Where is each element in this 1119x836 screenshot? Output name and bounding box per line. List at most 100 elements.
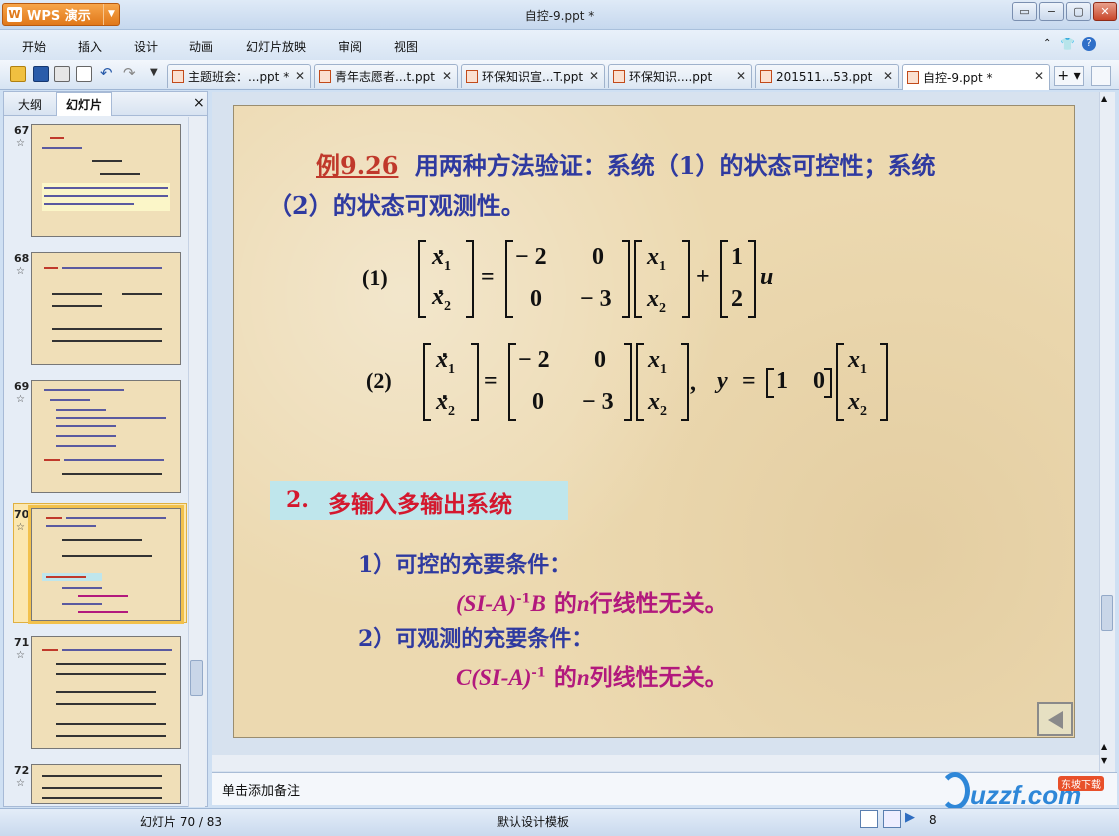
restore-ribbon-button[interactable]: ▭ [1012, 2, 1037, 21]
slide-thumbnail-72[interactable] [31, 764, 181, 804]
toolbar-dropdown-icon[interactable]: ▼ [150, 67, 158, 78]
menu-design[interactable]: 设计 [134, 38, 158, 55]
slide-thumbnail-69[interactable] [31, 380, 181, 493]
slide-intro-line1: 例9.26 用两种方法验证：系统（1）的状态可控性；系统 [316, 146, 936, 181]
panel-scrollbar[interactable] [188, 117, 205, 807]
dot-mark: · [441, 343, 449, 367]
open-icon[interactable] [10, 66, 26, 82]
slide-thumbnail-68[interactable] [31, 252, 181, 365]
close-panel-icon[interactable]: × [193, 95, 205, 111]
tab-slides[interactable]: 幻灯片 [66, 96, 102, 113]
menu-insert[interactable]: 插入 [78, 38, 102, 55]
main-scroll-thumb[interactable] [1101, 595, 1113, 631]
watermark-tag: 东坡下载 [1058, 776, 1104, 791]
menu-slideshow[interactable]: 幻灯片放映 [246, 38, 306, 55]
close-tab-icon[interactable]: ✕ [736, 69, 746, 83]
scroll-prev-page-icon[interactable]: ▲ [1101, 742, 1107, 751]
star-icon: ☆ [16, 266, 25, 277]
close-tab-icon[interactable]: ✕ [1034, 69, 1044, 83]
equals-sign: = [481, 264, 495, 290]
bracket-right [622, 240, 630, 318]
bracket-left [836, 343, 844, 421]
bracket-left [634, 240, 642, 318]
slide-thumbnail-67[interactable] [31, 124, 181, 237]
close-tab-icon[interactable]: ✕ [589, 69, 599, 83]
tab-doc-2[interactable]: 青年志愿者...t.ppt ✕ [314, 64, 458, 88]
bracket-left [636, 343, 644, 421]
dot-mark: · [441, 385, 449, 409]
matrix-a12: 0 [592, 244, 604, 270]
minimize-button[interactable]: − [1039, 2, 1064, 21]
template-name: 默认设计模板 [497, 815, 570, 829]
panel-scroll-thumb[interactable] [190, 660, 203, 696]
matrix-b1: 1 [731, 244, 743, 270]
preview-icon[interactable] [76, 66, 92, 82]
menu-review[interactable]: 审阅 [338, 38, 362, 55]
ppt-file-icon [466, 70, 478, 83]
tab-doc-4[interactable]: 环保知识....ppt ✕ [608, 64, 752, 88]
tab-outline[interactable]: 大纲 [18, 96, 42, 113]
shirt-skin-icon[interactable]: 👕 [1060, 37, 1075, 51]
sorter-view-icon[interactable] [883, 810, 901, 828]
eq2-label: (2) [366, 368, 392, 393]
redo-icon[interactable]: ↷ [123, 64, 136, 82]
observability-title: 2）可观测的充要条件： [358, 626, 594, 652]
print-icon[interactable] [54, 66, 70, 82]
new-tab-button[interactable]: + ▾ [1054, 66, 1084, 86]
slide-counter: 幻灯片 70 / 83 [140, 815, 223, 829]
intro-text: 用两种方法验证：系统（1）的状态可控性；系统 [414, 151, 936, 180]
close-tab-icon[interactable]: ✕ [295, 69, 305, 83]
slideshow-icon[interactable]: ▶ [905, 810, 919, 828]
notes-placeholder[interactable]: 单击添加备注 [222, 780, 300, 799]
vector-x2: x2 [648, 389, 667, 419]
menu-animation[interactable]: 动画 [189, 38, 213, 55]
bracket-right [624, 343, 632, 421]
help-icon[interactable]: ? [1082, 37, 1096, 51]
close-tab-icon[interactable]: ✕ [442, 69, 452, 83]
zoom-level[interactable]: 8 [929, 813, 937, 827]
slide-thumbnail-71[interactable] [31, 636, 181, 749]
tab-doc-active[interactable]: 自控-9.ppt * ✕ [902, 64, 1050, 90]
save-icon[interactable] [33, 66, 49, 82]
input-u: u [760, 264, 774, 290]
slide-thumbnail-70[interactable] [28, 505, 184, 624]
close-tab-icon[interactable]: ✕ [883, 69, 893, 83]
window-title: 自控-9.ppt * [524, 9, 595, 23]
ppt-file-icon [319, 70, 331, 83]
bracket-left [418, 240, 426, 318]
undo-icon[interactable]: ↶ [100, 64, 113, 82]
bracket-right [824, 368, 832, 398]
ppt-file-icon [613, 70, 625, 83]
normal-view-icon[interactable] [860, 810, 878, 828]
matrix-a12: 0 [594, 347, 606, 373]
bracket-right [466, 240, 474, 318]
equals-sign: = [484, 368, 498, 394]
thumb-number: 67 [14, 124, 30, 137]
maximize-button[interactable]: ▢ [1066, 2, 1091, 21]
scroll-up-icon[interactable]: ▲ [1101, 94, 1107, 103]
menu-home[interactable]: 开始 [22, 38, 46, 55]
matrix-a22: − 3 [582, 389, 614, 415]
tab-doc-3[interactable]: 环保知识宣...T.ppt ✕ [461, 64, 605, 88]
vector-x2: x2 [647, 286, 666, 316]
close-button[interactable]: ✕ [1093, 2, 1117, 21]
tab-doc-5[interactable]: 201511...53.ppt ✕ [755, 64, 899, 88]
vector-x1: x1 [848, 347, 867, 377]
scroll-next-page-icon[interactable]: ▼ [1101, 756, 1107, 765]
section-number: 2. [286, 487, 309, 513]
matrix-a21: 0 [532, 389, 544, 415]
matrix-a11: − 2 [518, 347, 550, 373]
bracket-right [471, 343, 479, 421]
slide-intro-line2: （2）的状态可观测性。 [268, 191, 525, 220]
previous-slide-button[interactable] [1037, 702, 1073, 736]
controllability-title: 1）可控的充要条件： [358, 552, 572, 578]
tab-list-icon[interactable] [1091, 66, 1111, 86]
dot-mark: · [437, 280, 445, 304]
chevron-up-icon[interactable]: ⌃ [1043, 38, 1053, 50]
tab-doc-1[interactable]: 主题班会：...ppt * ✕ [167, 64, 311, 88]
watermark-logo-icon [940, 772, 970, 810]
horizontal-scrollbar[interactable] [212, 755, 1099, 771]
bracket-right [748, 240, 756, 318]
menu-view[interactable]: 视图 [394, 38, 418, 55]
main-vertical-scrollbar[interactable] [1099, 92, 1115, 772]
